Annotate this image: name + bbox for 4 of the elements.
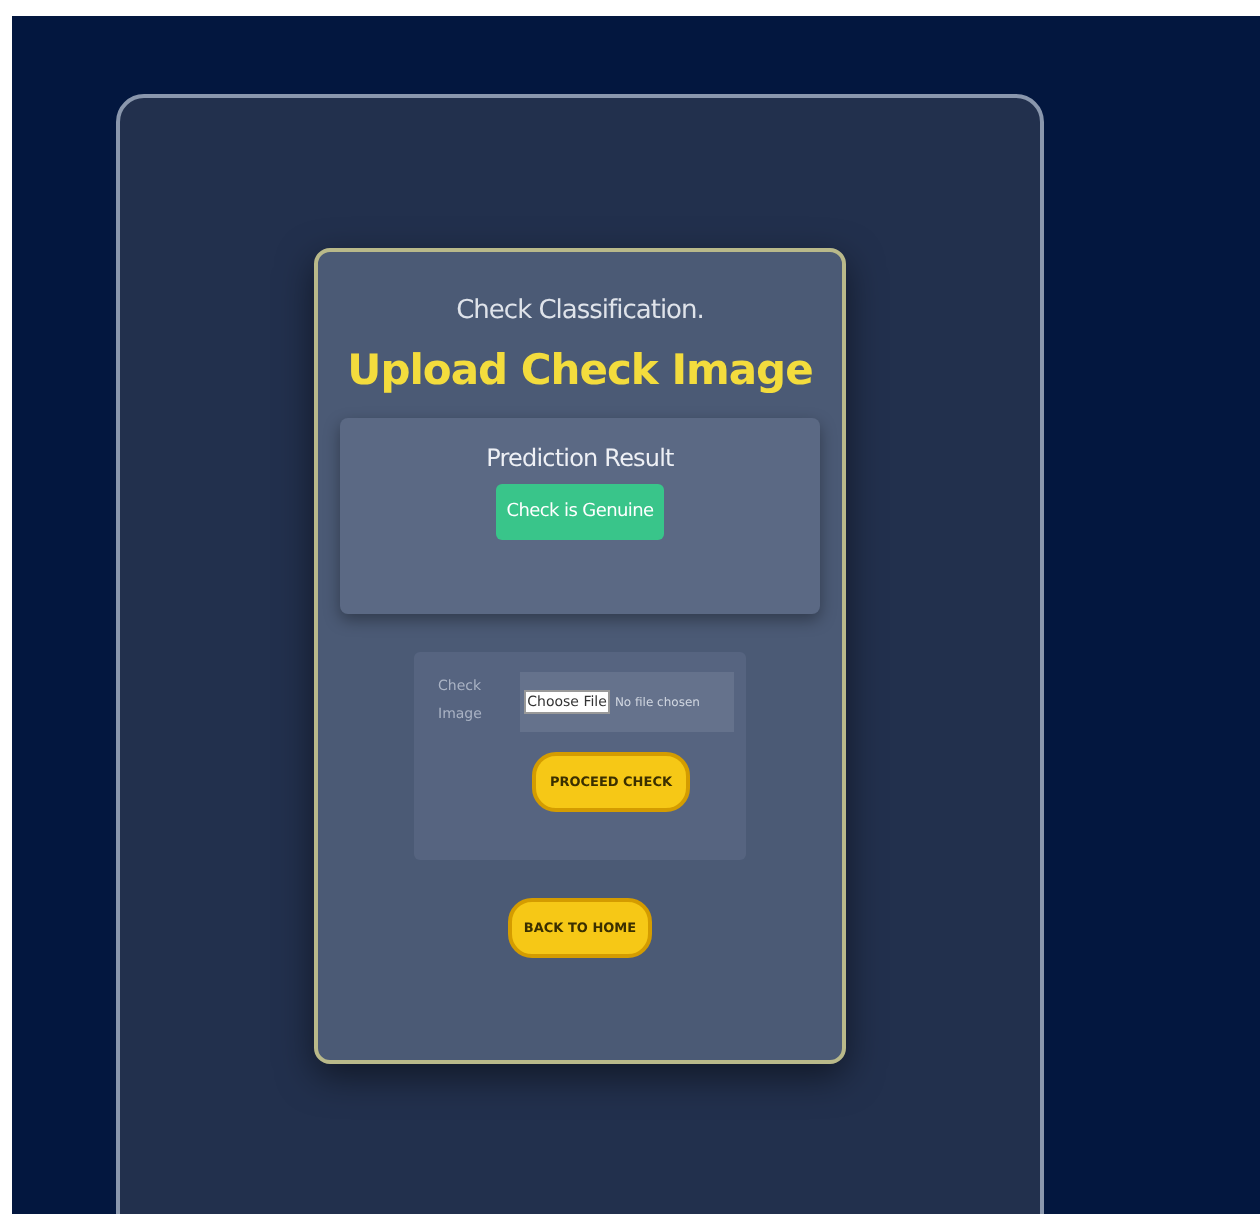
prediction-heading: Prediction Result <box>486 444 674 472</box>
subtitle: Check Classification. <box>456 296 704 326</box>
result-badge: Check is Genuine <box>496 484 664 540</box>
page-title: Upload Check Image <box>347 346 813 394</box>
